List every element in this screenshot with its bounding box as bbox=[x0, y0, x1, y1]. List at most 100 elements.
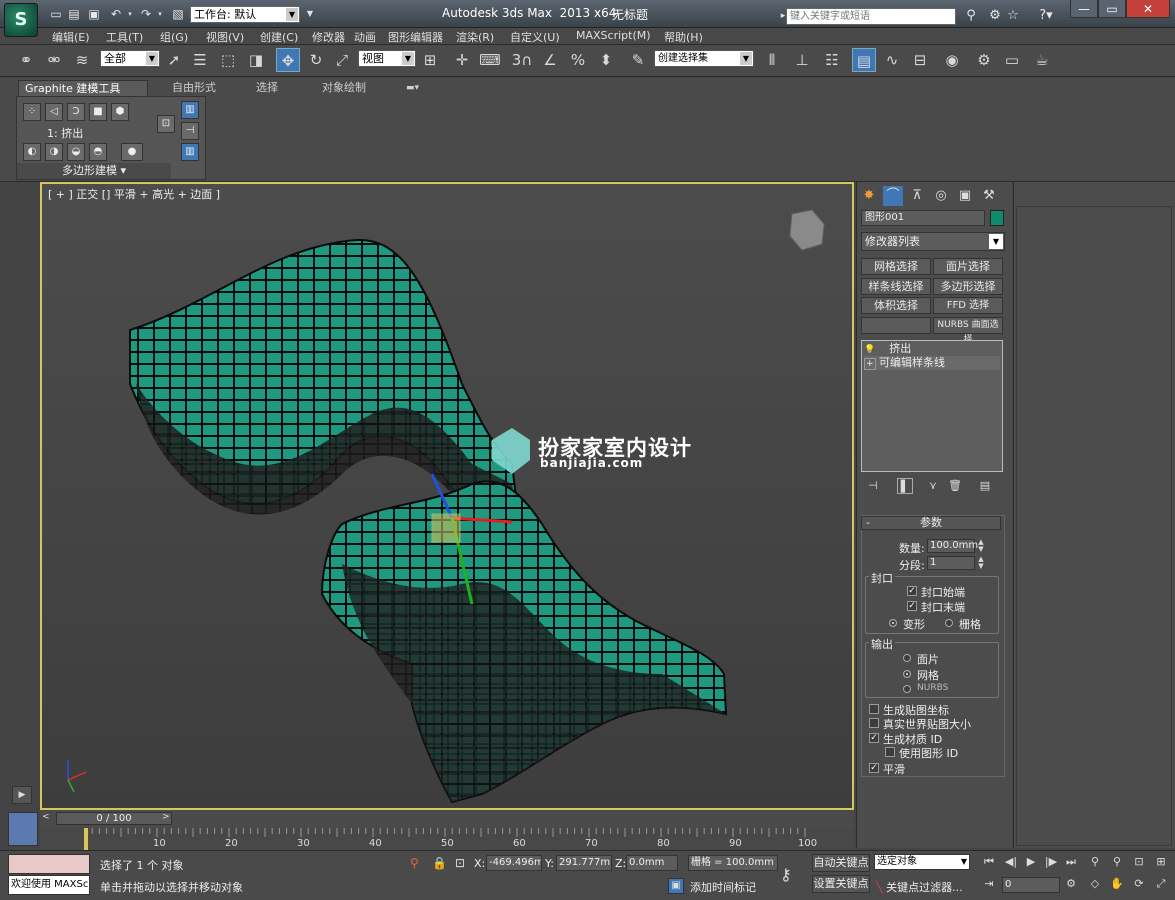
segments-field[interactable]: 1 bbox=[927, 556, 975, 570]
pin-stack-icon[interactable]: ⊣ bbox=[865, 478, 881, 494]
add-time-tag[interactable]: 添加时间标记 bbox=[690, 879, 756, 895]
ribbon-side-d-icon[interactable]: ▥ bbox=[181, 143, 199, 161]
key-target-dropdown[interactable]: 选定对象 ▼ bbox=[874, 854, 970, 870]
prev-frame-icon[interactable]: < bbox=[42, 812, 50, 822]
render-setup-icon[interactable]: ⚙ bbox=[972, 48, 996, 72]
key-mode-icon[interactable]: ⇥ bbox=[980, 875, 998, 893]
key-filters-button[interactable]: ╲ 关键点过滤器... bbox=[876, 879, 963, 895]
pan-icon[interactable]: ✋ bbox=[1108, 875, 1126, 893]
menu-modifiers[interactable]: 修改器 bbox=[312, 29, 345, 45]
viewport-expand-icon[interactable]: ▶ bbox=[12, 786, 32, 804]
maximize-viewport-icon[interactable]: ⤢ bbox=[1152, 875, 1170, 893]
menu-animation[interactable]: 动画 bbox=[354, 29, 376, 45]
zoom-all-icon[interactable]: ⚲ bbox=[1108, 853, 1126, 871]
rendered-frame-icon[interactable]: ▭ bbox=[1000, 48, 1024, 72]
spline-select-button[interactable]: 样条线选择 bbox=[861, 278, 931, 295]
amount-spinner-icon[interactable]: ▲ ▼ bbox=[977, 539, 985, 553]
menu-rendering[interactable]: 渲染(R) bbox=[456, 29, 494, 45]
zoom-icon[interactable]: ⚲ bbox=[1086, 853, 1104, 871]
morph-radio[interactable] bbox=[889, 619, 897, 627]
set-key-button[interactable]: 设置关键点 bbox=[812, 875, 870, 893]
unlink-icon[interactable]: ⚮ bbox=[42, 48, 66, 72]
vol-select-button[interactable]: 体积选择 bbox=[861, 297, 931, 314]
spinner-snap-icon[interactable]: ⬍ bbox=[594, 48, 618, 72]
workspace-dropdown[interactable]: 工作台: 默认 ▼ bbox=[190, 6, 300, 23]
light-bulb-icon[interactable]: 💡 bbox=[864, 345, 875, 355]
polygon-icon[interactable]: ■ bbox=[89, 103, 107, 121]
element-icon[interactable]: ⬢ bbox=[111, 103, 129, 121]
key-icon[interactable]: ⚷ bbox=[780, 865, 792, 884]
mesh-select-button[interactable]: 网格选择 bbox=[861, 258, 931, 275]
lock-icon[interactable]: 🔒 bbox=[432, 856, 447, 870]
redo-dropdown-icon[interactable]: ▾ bbox=[152, 6, 168, 22]
maxscript-welcome-field[interactable]: 欢迎使用 MAXSc bbox=[8, 875, 90, 895]
ref-coord-dropdown[interactable]: 视图 ▼ bbox=[358, 50, 416, 67]
material-editor-icon[interactable]: ◉ bbox=[940, 48, 964, 72]
field-of-view-icon[interactable]: ◇ bbox=[1086, 875, 1104, 893]
time-config-icon[interactable]: ⚙ bbox=[1062, 875, 1080, 893]
cap-end-checkbox[interactable]: ✓ bbox=[907, 601, 917, 611]
percent-snap-icon[interactable]: % bbox=[566, 48, 590, 72]
create-tab-icon[interactable]: ✸ bbox=[859, 186, 879, 206]
time-tag-icon[interactable]: ▣ bbox=[668, 878, 684, 894]
selection-filter-dropdown[interactable]: 全部 ▼ bbox=[100, 50, 160, 67]
curve-editor-icon[interactable]: ∿ bbox=[880, 48, 904, 72]
select-and-scale-icon[interactable]: ⤢ bbox=[330, 48, 354, 72]
nurbs-select-button[interactable]: NURBS 曲面选择 bbox=[933, 317, 1003, 345]
bind-space-warp-icon[interactable]: ≋ bbox=[70, 48, 94, 72]
grid-radio[interactable] bbox=[945, 619, 953, 627]
binoculars-icon[interactable]: ⚲ bbox=[962, 7, 980, 25]
preserve-uv-icon[interactable]: ◒ bbox=[67, 143, 85, 161]
utilities-tab-icon[interactable]: ⚒ bbox=[979, 186, 999, 206]
window-crossing-icon[interactable]: ◨ bbox=[244, 48, 268, 72]
current-frame-marker[interactable] bbox=[84, 828, 88, 850]
menu-edit[interactable]: 编辑(E) bbox=[52, 29, 90, 45]
minimize-button[interactable]: — bbox=[1070, 0, 1098, 18]
edit-named-sel-icon[interactable]: ✎ bbox=[626, 48, 650, 72]
pivot-center-icon[interactable]: ⊞ bbox=[418, 48, 442, 72]
expand-plus-icon[interactable]: + bbox=[864, 358, 876, 370]
quickslice-icon[interactable]: ● bbox=[121, 143, 143, 161]
object-name-field[interactable]: 图形001 bbox=[861, 210, 985, 226]
orbit-icon[interactable]: ⟳ bbox=[1130, 875, 1148, 893]
cap-start-checkbox[interactable]: ✓ bbox=[907, 586, 917, 596]
configure-sets-icon[interactable]: ▤ bbox=[977, 478, 993, 494]
close-button[interactable]: ✕ bbox=[1126, 0, 1170, 18]
tab-freeform[interactable]: 自由形式 bbox=[166, 80, 222, 96]
named-selection-dropdown[interactable]: 创建选择集 ▼ bbox=[654, 50, 754, 67]
render-teapot-icon[interactable]: ☕ bbox=[1030, 48, 1054, 72]
ffd-select-button[interactable]: FFD 选择 bbox=[933, 297, 1003, 314]
next-modifier-icon[interactable]: ◑ bbox=[45, 143, 63, 161]
menu-group[interactable]: 组(G) bbox=[160, 29, 188, 45]
poly-select-button[interactable]: 多边形选择 bbox=[933, 278, 1003, 295]
x-coord-field[interactable]: -469.496m bbox=[486, 855, 542, 871]
select-and-move-icon[interactable]: ✥ bbox=[276, 48, 300, 72]
stack-item-extrude[interactable]: 💡 挤出 bbox=[864, 342, 1000, 356]
hierarchy-tab-icon[interactable]: ⊼ bbox=[907, 186, 927, 206]
play-icon[interactable]: ▶ bbox=[1022, 853, 1040, 871]
motion-tab-icon[interactable]: ◎ bbox=[931, 186, 951, 206]
app-logo-icon[interactable]: S bbox=[4, 3, 38, 37]
y-coord-field[interactable]: 291.777mr bbox=[556, 855, 612, 871]
modifier-list-dropdown[interactable]: 修改器列表 ▼ bbox=[861, 232, 1005, 251]
graphite-toggle-icon[interactable]: ▤ bbox=[852, 48, 876, 72]
stack-item-editable-spline[interactable]: + 可编辑样条线 bbox=[864, 356, 1000, 370]
new-file-icon[interactable]: ▭ bbox=[48, 6, 64, 22]
current-frame-field[interactable]: 0 bbox=[1002, 877, 1060, 893]
menu-maxscript[interactable]: MAXScript(M) bbox=[576, 29, 651, 42]
absolute-mode-icon[interactable]: ⊡ bbox=[455, 856, 465, 870]
isolate-pin-icon[interactable]: ⚲ bbox=[410, 856, 419, 870]
ribbon-side-b-icon[interactable]: ▥ bbox=[181, 101, 199, 119]
use-shape-checkbox[interactable] bbox=[885, 747, 895, 757]
tab-graphite[interactable]: Graphite 建模工具 bbox=[18, 80, 148, 96]
select-object-icon[interactable]: ➚ bbox=[162, 48, 186, 72]
menu-tools[interactable]: 工具(T) bbox=[106, 29, 143, 45]
menu-create[interactable]: 创建(C) bbox=[260, 29, 298, 45]
smooth-checkbox[interactable]: ✓ bbox=[869, 763, 879, 773]
mesh-radio[interactable] bbox=[903, 670, 911, 678]
select-and-link-icon[interactable]: ⚭ bbox=[14, 48, 38, 72]
patch-radio[interactable] bbox=[903, 654, 911, 662]
auto-key-button[interactable]: 自动关键点 bbox=[812, 854, 870, 872]
patch-select-button[interactable]: 面片选择 bbox=[933, 258, 1003, 275]
layer-manager-icon[interactable]: ☷ bbox=[820, 48, 844, 72]
